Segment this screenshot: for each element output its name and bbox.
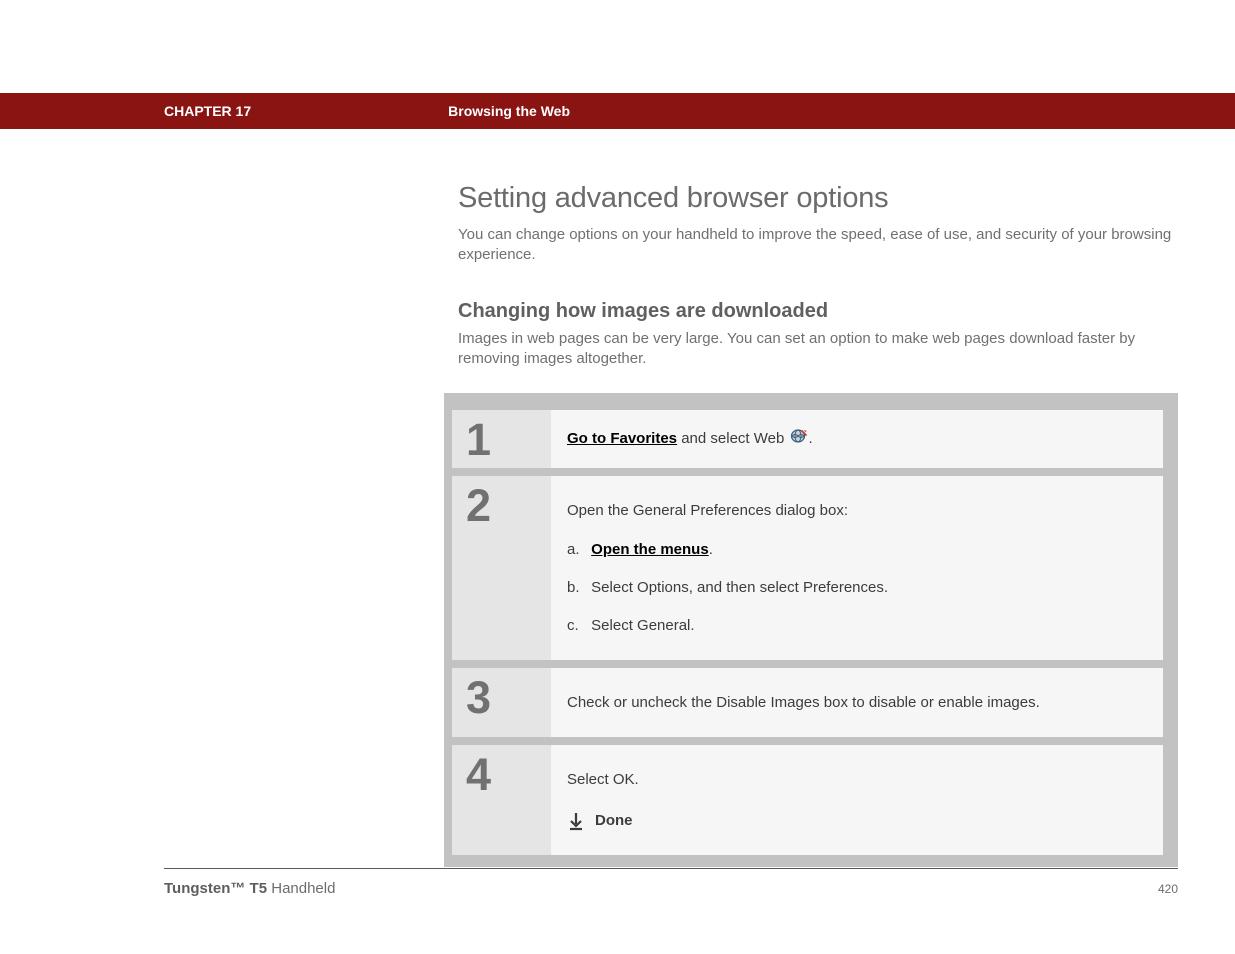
- substep-text: Select Options, and then select Preferen…: [591, 579, 888, 596]
- step-number-cell: 1: [452, 410, 551, 468]
- step-row: 4 Select OK. Done: [452, 745, 1163, 855]
- chapter-label: CHAPTER 17: [164, 103, 251, 119]
- arrow-down-icon: [567, 811, 585, 831]
- step-number: 3: [466, 672, 491, 723]
- substep-item: b. Select Options, and then select Prefe…: [567, 577, 1141, 598]
- substep-text: Select General.: [591, 617, 694, 634]
- step-intro-text: Open the General Preferences dialog box:: [567, 500, 1141, 521]
- page-title: Setting advanced browser options: [458, 182, 1178, 215]
- step-number-cell: 2: [452, 476, 551, 660]
- done-label: Done: [595, 810, 633, 831]
- step-number: 4: [466, 749, 491, 800]
- footer-divider: [164, 868, 1178, 869]
- substep-marker: a.: [567, 539, 587, 560]
- done-indicator: Done: [567, 810, 1141, 831]
- web-icon: [790, 428, 808, 450]
- step-number: 1: [466, 414, 491, 465]
- substep-after: .: [709, 541, 713, 558]
- step-text: Check or uncheck the Disable Images box …: [567, 694, 1040, 711]
- step-text: and select Web: [677, 430, 788, 447]
- steps-container: 1 Go to Favorites and select Web . 2: [444, 393, 1178, 867]
- substep-marker: c.: [567, 615, 587, 636]
- footer: Tungsten™ T5 Handheld 420: [164, 880, 1178, 897]
- step-content: Open the General Preferences dialog box:…: [551, 476, 1163, 660]
- step-content: Go to Favorites and select Web .: [551, 410, 1163, 468]
- step-content: Select OK. Done: [551, 745, 1163, 855]
- step-content: Check or uncheck the Disable Images box …: [551, 668, 1163, 737]
- subsection-title: Changing how images are downloaded: [458, 300, 1178, 323]
- product-name-bold: Tungsten™ T5: [164, 880, 267, 897]
- page-number: 420: [1158, 882, 1178, 896]
- step-row: 2 Open the General Preferences dialog bo…: [452, 476, 1163, 660]
- step-text-end: .: [808, 430, 812, 447]
- step-number: 2: [466, 480, 491, 531]
- go-to-favorites-link[interactable]: Go to Favorites: [567, 430, 677, 447]
- intro-text: You can change options on your handheld …: [458, 225, 1178, 266]
- product-name-rest: Handheld: [267, 880, 335, 897]
- step-row: 1 Go to Favorites and select Web .: [452, 410, 1163, 468]
- substep-item: c. Select General.: [567, 615, 1141, 636]
- chapter-title: Browsing the Web: [448, 103, 570, 119]
- subsection-text: Images in web pages can be very large. Y…: [458, 329, 1178, 370]
- substep-item: a. Open the menus.: [567, 539, 1141, 560]
- substep-marker: b.: [567, 577, 587, 598]
- product-name: Tungsten™ T5 Handheld: [164, 880, 335, 897]
- step-text: Select OK.: [567, 769, 1141, 790]
- open-menus-link[interactable]: Open the menus: [591, 541, 709, 558]
- step-number-cell: 4: [452, 745, 551, 855]
- step-row: 3 Check or uncheck the Disable Images bo…: [452, 668, 1163, 737]
- step-number-cell: 3: [452, 668, 551, 737]
